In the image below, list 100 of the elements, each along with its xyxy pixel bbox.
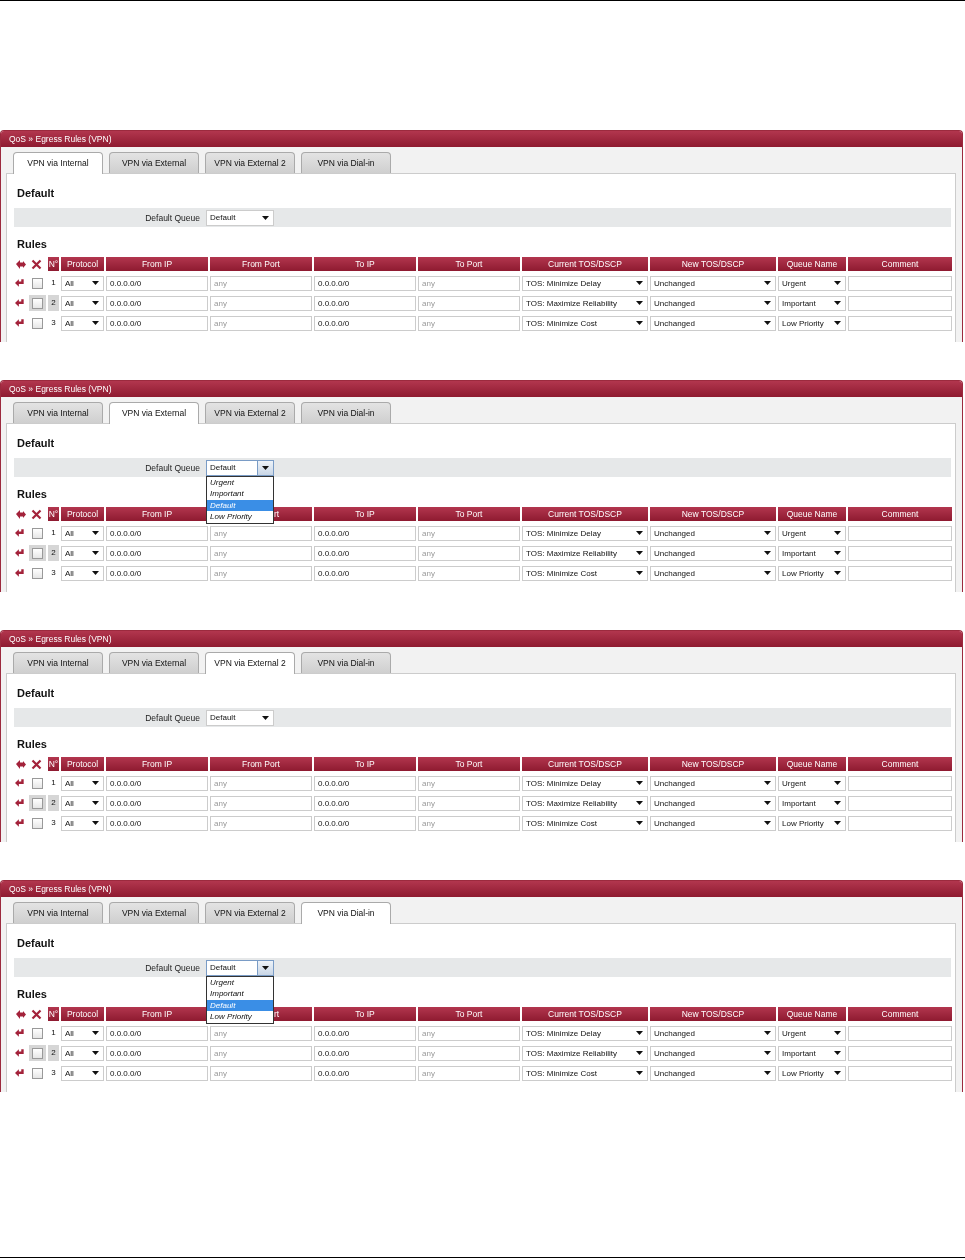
comment-field[interactable] bbox=[848, 525, 952, 541]
protocol-dropdown[interactable]: All bbox=[61, 1065, 104, 1081]
protocol-dropdown[interactable]: All bbox=[61, 315, 104, 331]
checkbox[interactable] bbox=[31, 527, 43, 539]
tos-dropdown[interactable]: TOS: Minimize Delay bbox=[522, 1025, 648, 1041]
tos-dropdown[interactable]: TOS: Minimize Cost bbox=[522, 565, 648, 581]
queue-dropdown[interactable]: Low Priority bbox=[778, 815, 846, 831]
tos-dropdown[interactable]: Unchanged bbox=[650, 315, 776, 331]
queue-dropdown[interactable]: Low Priority bbox=[778, 565, 846, 581]
protocol-dropdown[interactable]: All bbox=[61, 565, 104, 581]
input-field[interactable]: 0.0.0.0/0 bbox=[106, 775, 208, 791]
delete-icon[interactable] bbox=[31, 1008, 42, 1020]
input-field[interactable]: 0.0.0.0/0 bbox=[106, 815, 208, 831]
comment-field[interactable] bbox=[848, 795, 952, 811]
input-field[interactable]: 0.0.0.0/0 bbox=[314, 1065, 416, 1081]
input-field[interactable]: 0.0.0.0/0 bbox=[314, 525, 416, 541]
tos-dropdown[interactable]: TOS: Maximize Reliability bbox=[522, 545, 648, 561]
tab[interactable]: VPN via Internal bbox=[13, 902, 103, 923]
queue-dropdown[interactable]: Urgent bbox=[778, 775, 846, 791]
input-field[interactable]: 0.0.0.0/0 bbox=[106, 795, 208, 811]
tab[interactable]: VPN via External 2 bbox=[205, 402, 295, 423]
default-queue-dropdown[interactable]: Default bbox=[206, 959, 274, 976]
tab[interactable]: VPN via External 2 bbox=[205, 902, 295, 923]
queue-dropdown[interactable]: Urgent bbox=[778, 1025, 846, 1041]
tos-dropdown[interactable]: TOS: Minimize Cost bbox=[522, 315, 648, 331]
queue-dropdown[interactable]: Important bbox=[778, 795, 846, 811]
protocol-dropdown[interactable]: All bbox=[61, 775, 104, 791]
tos-dropdown[interactable]: TOS: Maximize Reliability bbox=[522, 295, 648, 311]
comment-field[interactable] bbox=[848, 565, 952, 581]
dropdown-option[interactable]: Urgent bbox=[207, 476, 273, 488]
input-field[interactable]: 0.0.0.0/0 bbox=[106, 1025, 208, 1041]
tos-dropdown[interactable]: TOS: Minimize Delay bbox=[522, 275, 648, 291]
comment-field[interactable] bbox=[848, 295, 952, 311]
checkbox[interactable] bbox=[31, 777, 43, 789]
checkbox[interactable] bbox=[31, 297, 43, 309]
tab[interactable]: VPN via Internal bbox=[13, 652, 103, 673]
checkbox[interactable] bbox=[31, 1067, 43, 1079]
comment-field[interactable] bbox=[848, 315, 952, 331]
protocol-dropdown[interactable]: All bbox=[61, 815, 104, 831]
protocol-dropdown[interactable]: All bbox=[61, 545, 104, 561]
comment-field[interactable] bbox=[848, 275, 952, 291]
input-field[interactable]: 0.0.0.0/0 bbox=[314, 1045, 416, 1061]
input-field[interactable]: 0.0.0.0/0 bbox=[106, 545, 208, 561]
tab[interactable]: VPN via External 2 bbox=[205, 152, 295, 173]
tos-dropdown[interactable]: Unchanged bbox=[650, 275, 776, 291]
checkbox[interactable] bbox=[31, 567, 43, 579]
queue-dropdown[interactable]: Urgent bbox=[778, 525, 846, 541]
input-field[interactable]: 0.0.0.0/0 bbox=[106, 1065, 208, 1081]
protocol-dropdown[interactable]: All bbox=[61, 1025, 104, 1041]
tos-dropdown[interactable]: Unchanged bbox=[650, 815, 776, 831]
checkbox[interactable] bbox=[31, 1027, 43, 1039]
tos-dropdown[interactable]: Unchanged bbox=[650, 1025, 776, 1041]
input-field[interactable]: 0.0.0.0/0 bbox=[314, 545, 416, 561]
comment-field[interactable] bbox=[848, 815, 952, 831]
queue-dropdown[interactable]: Low Priority bbox=[778, 315, 846, 331]
default-queue-dropdown[interactable]: Default bbox=[206, 459, 274, 476]
input-field[interactable]: 0.0.0.0/0 bbox=[106, 315, 208, 331]
comment-field[interactable] bbox=[848, 1065, 952, 1081]
comment-field[interactable] bbox=[848, 1045, 952, 1061]
checkbox[interactable] bbox=[31, 797, 43, 809]
comment-field[interactable] bbox=[848, 775, 952, 791]
input-field[interactable]: 0.0.0.0/0 bbox=[106, 275, 208, 291]
tos-dropdown[interactable]: TOS: Maximize Reliability bbox=[522, 1045, 648, 1061]
delete-icon[interactable] bbox=[31, 258, 42, 270]
dropdown-option[interactable]: Urgent bbox=[207, 976, 273, 988]
queue-dropdown[interactable]: Low Priority bbox=[778, 1065, 846, 1081]
tab[interactable]: VPN via Internal bbox=[13, 152, 103, 174]
protocol-dropdown[interactable]: All bbox=[61, 795, 104, 811]
input-field[interactable]: 0.0.0.0/0 bbox=[314, 275, 416, 291]
default-queue-dropdown[interactable]: Default bbox=[206, 209, 274, 226]
input-field[interactable]: 0.0.0.0/0 bbox=[314, 315, 416, 331]
dropdown-option[interactable]: Important bbox=[207, 988, 273, 1000]
queue-dropdown[interactable]: Important bbox=[778, 295, 846, 311]
queue-dropdown[interactable]: Urgent bbox=[778, 275, 846, 291]
tos-dropdown[interactable]: TOS: Minimize Delay bbox=[522, 775, 648, 791]
tab[interactable]: VPN via External bbox=[109, 152, 199, 173]
checkbox[interactable] bbox=[31, 277, 43, 289]
dropdown-option[interactable]: Low Priority bbox=[207, 1011, 273, 1023]
tab[interactable]: VPN via Dial-in bbox=[301, 902, 391, 924]
comment-field[interactable] bbox=[848, 1025, 952, 1041]
input-field[interactable]: 0.0.0.0/0 bbox=[314, 795, 416, 811]
protocol-dropdown[interactable]: All bbox=[61, 1045, 104, 1061]
protocol-dropdown[interactable]: All bbox=[61, 525, 104, 541]
tos-dropdown[interactable]: Unchanged bbox=[650, 1045, 776, 1061]
tab[interactable]: VPN via External 2 bbox=[205, 652, 295, 674]
tos-dropdown[interactable]: Unchanged bbox=[650, 525, 776, 541]
tab[interactable]: VPN via Dial-in bbox=[301, 652, 391, 673]
tos-dropdown[interactable]: Unchanged bbox=[650, 565, 776, 581]
protocol-dropdown[interactable]: All bbox=[61, 275, 104, 291]
input-field[interactable]: 0.0.0.0/0 bbox=[314, 815, 416, 831]
tab[interactable]: VPN via Internal bbox=[13, 402, 103, 423]
checkbox[interactable] bbox=[31, 317, 43, 329]
tab[interactable]: VPN via External bbox=[109, 902, 199, 923]
checkbox[interactable] bbox=[31, 1047, 43, 1059]
input-field[interactable]: 0.0.0.0/0 bbox=[314, 295, 416, 311]
protocol-dropdown[interactable]: All bbox=[61, 295, 104, 311]
dropdown-option[interactable]: Low Priority bbox=[207, 511, 273, 523]
tos-dropdown[interactable]: TOS: Minimize Cost bbox=[522, 1065, 648, 1081]
delete-icon[interactable] bbox=[31, 508, 42, 520]
comment-field[interactable] bbox=[848, 545, 952, 561]
